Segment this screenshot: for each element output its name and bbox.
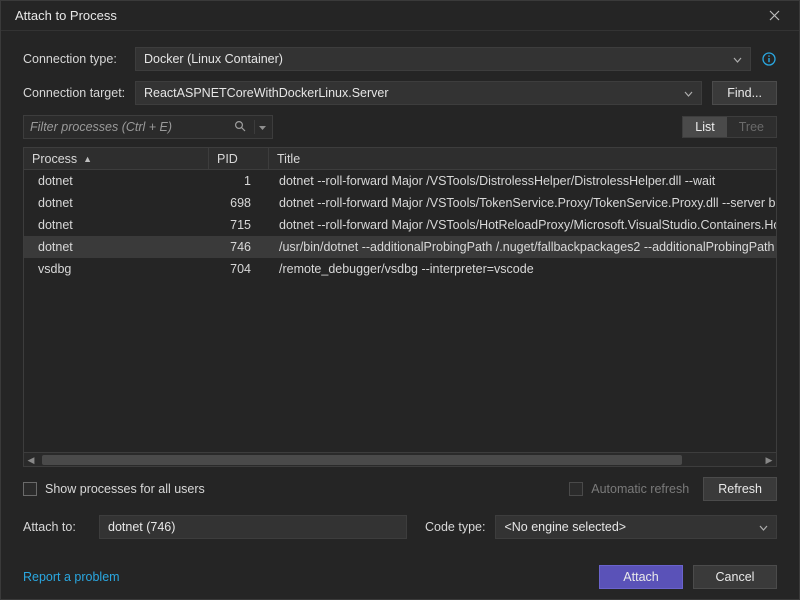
code-type-combo[interactable]: <No engine selected> [495,515,777,539]
chevron-down-icon [733,52,742,66]
cell-title: /usr/bin/dotnet --additionalProbingPath … [269,240,776,254]
connection-target-row: Connection target: ReactASPNETCoreWithDo… [23,81,777,105]
table-row[interactable]: vsdbg704/remote_debugger/vsdbg --interpr… [24,258,776,280]
code-type-label: Code type: [425,520,485,534]
cell-pid: 746 [209,240,269,254]
titlebar: Attach to Process [1,1,799,31]
attach-to-process-dialog: Attach to Process Connection type: Docke… [0,0,800,600]
cell-title: dotnet --roll-forward Major /VSTools/Hot… [269,218,776,232]
process-grid: Process ▲ PID Title dotnet1dotnet --roll… [23,147,777,467]
connection-target-label: Connection target: [23,86,135,100]
attach-to-field[interactable]: dotnet (746) [99,515,407,539]
cell-pid: 715 [209,218,269,232]
cell-process: dotnet [24,240,209,254]
cancel-button[interactable]: Cancel [693,565,777,589]
cell-pid: 1 [209,174,269,188]
automatic-refresh-checkbox[interactable]: Automatic refresh [569,482,689,496]
checkbox-icon [569,482,583,496]
attach-to-row: Attach to: dotnet (746) Code type: <No e… [23,515,777,539]
cell-title: /remote_debugger/vsdbg --interpreter=vsc… [269,262,776,276]
column-header-process[interactable]: Process ▲ [24,148,209,169]
cell-process: vsdbg [24,262,209,276]
find-button[interactable]: Find... [712,81,777,105]
filter-dropdown-icon[interactable] [254,120,266,134]
column-header-pid[interactable]: PID [209,148,269,169]
scroll-right-icon[interactable]: ▶ [762,453,776,467]
code-type-value: <No engine selected> [504,520,626,534]
table-row[interactable]: dotnet715dotnet --roll-forward Major /VS… [24,214,776,236]
connection-type-label: Connection type: [23,52,135,66]
view-toggle: List Tree [682,116,777,138]
footer: Report a problem Attach Cancel [23,547,777,589]
connection-target-value: ReactASPNETCoreWithDockerLinux.Server [144,86,389,100]
table-row[interactable]: dotnet746/usr/bin/dotnet --additionalPro… [24,236,776,258]
options-row: Show processes for all users Automatic r… [23,477,777,501]
filter-placeholder: Filter processes (Ctrl + E) [30,120,230,134]
search-icon[interactable] [230,120,250,135]
connection-target-combo[interactable]: ReactASPNETCoreWithDockerLinux.Server [135,81,702,105]
view-tree-button[interactable]: Tree [727,117,776,137]
attach-button[interactable]: Attach [599,565,683,589]
connection-type-combo[interactable]: Docker (Linux Container) [135,47,751,71]
cell-title: dotnet --roll-forward Major /VSTools/Tok… [269,196,776,210]
attach-to-value: dotnet (746) [108,520,175,534]
close-button[interactable] [759,1,789,31]
cell-title: dotnet --roll-forward Major /VSTools/Dis… [269,174,776,188]
sort-asc-icon: ▲ [83,154,92,164]
view-list-button[interactable]: List [683,117,726,137]
connection-type-value: Docker (Linux Container) [144,52,283,66]
column-header-title[interactable]: Title [269,148,776,169]
report-problem-link[interactable]: Report a problem [23,570,120,584]
cell-process: dotnet [24,218,209,232]
chevron-down-icon [684,86,693,100]
refresh-button[interactable]: Refresh [703,477,777,501]
grid-body: dotnet1dotnet --roll-forward Major /VSTo… [24,170,776,452]
chevron-down-icon [759,520,768,534]
cell-pid: 698 [209,196,269,210]
cell-process: dotnet [24,196,209,210]
checkbox-icon [23,482,37,496]
scroll-left-icon[interactable]: ◀ [24,453,38,467]
filter-row: Filter processes (Ctrl + E) List Tree [23,115,777,139]
close-icon [769,10,780,21]
horizontal-scrollbar[interactable]: ◀ ▶ [24,452,776,466]
info-icon[interactable] [761,51,777,67]
attach-to-label: Attach to: [23,520,89,534]
scrollbar-thumb[interactable] [42,455,682,465]
dialog-title: Attach to Process [15,8,759,23]
filter-input[interactable]: Filter processes (Ctrl + E) [23,115,273,139]
automatic-refresh-label: Automatic refresh [591,482,689,496]
cell-process: dotnet [24,174,209,188]
table-row[interactable]: dotnet698dotnet --roll-forward Major /VS… [24,192,776,214]
show-all-users-checkbox[interactable]: Show processes for all users [23,482,205,496]
connection-type-row: Connection type: Docker (Linux Container… [23,47,777,71]
grid-header: Process ▲ PID Title [24,148,776,170]
cell-pid: 704 [209,262,269,276]
show-all-users-label: Show processes for all users [45,482,205,496]
table-row[interactable]: dotnet1dotnet --roll-forward Major /VSTo… [24,170,776,192]
